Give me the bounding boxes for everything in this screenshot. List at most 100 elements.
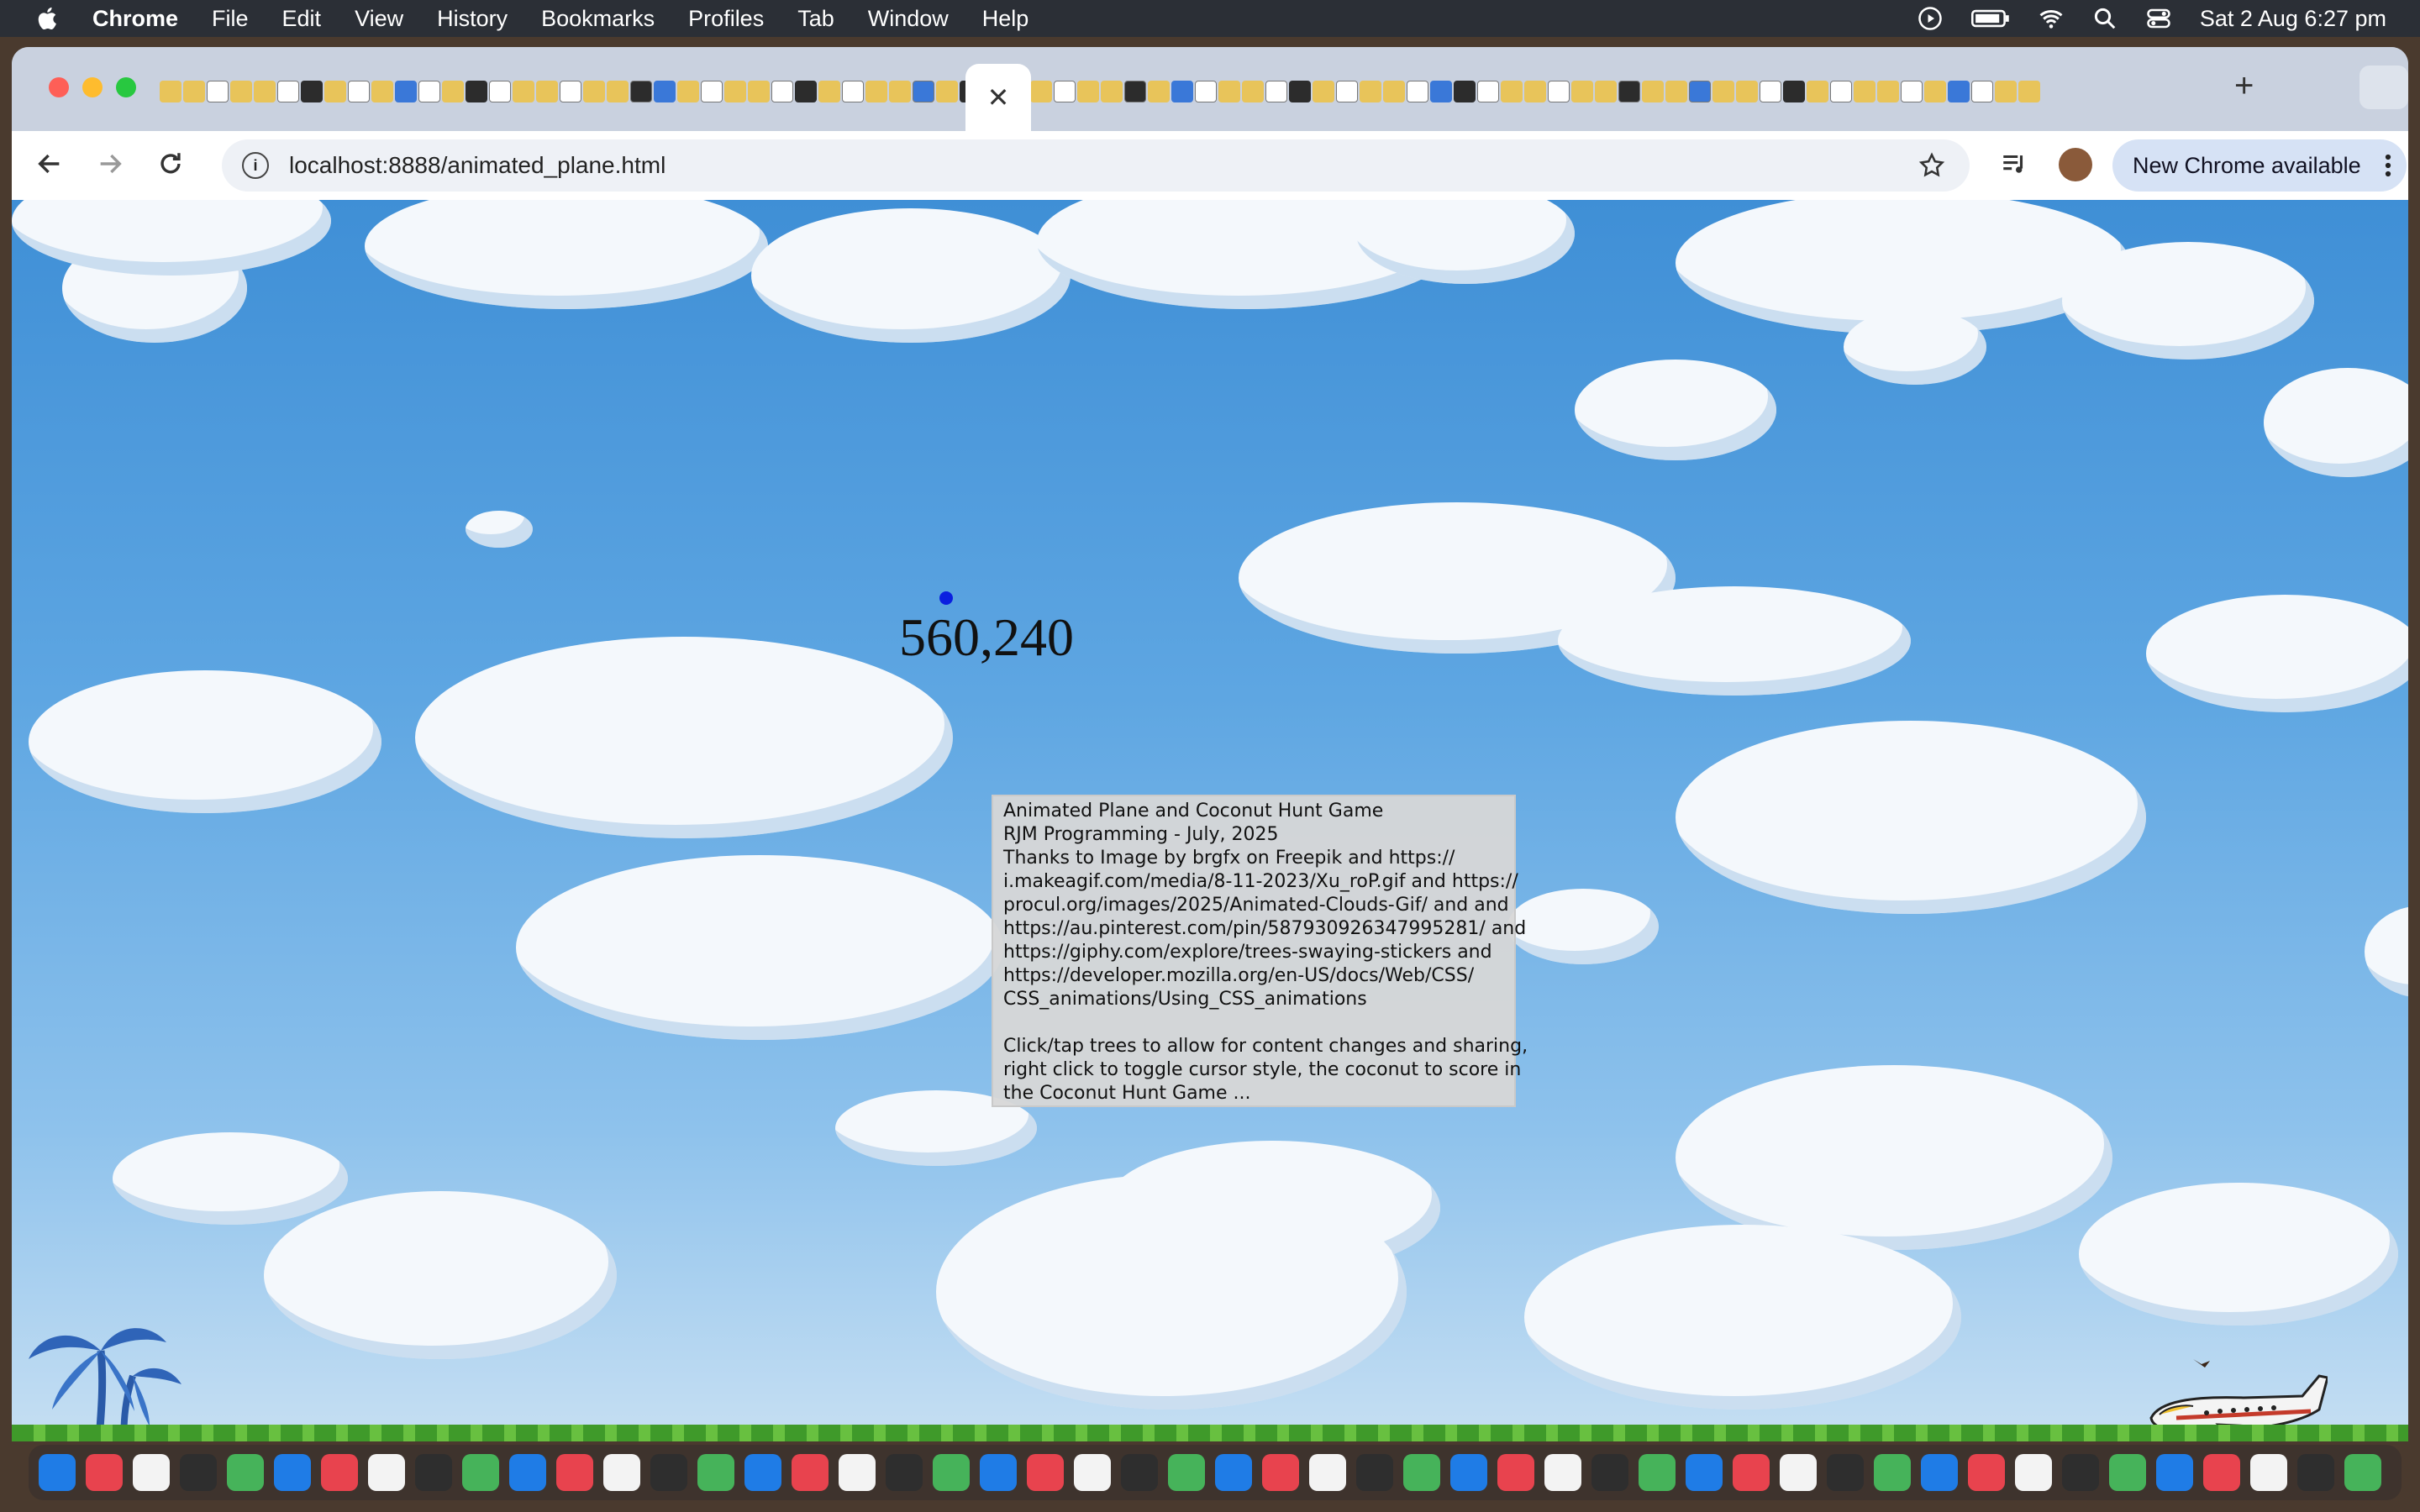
info-line[interactable]: https://developer.mozilla.org/en-US/docs… <box>1003 964 1504 988</box>
filezilla-icon[interactable] <box>509 1454 546 1491</box>
preview-icon[interactable] <box>650 1454 687 1491</box>
control-center-icon[interactable] <box>2146 6 2171 31</box>
quicktime-icon[interactable] <box>1403 1454 1440 1491</box>
document-stack-icon[interactable] <box>2250 1454 2287 1491</box>
cloud <box>264 1191 617 1359</box>
menu-edit[interactable]: Edit <box>282 6 322 32</box>
menu-profiles[interactable]: Profiles <box>688 6 764 32</box>
game-canvas[interactable]: 560,240 Animated Plane and Coconut Hunt … <box>12 200 2408 1441</box>
terminal-icon[interactable] <box>1168 1454 1205 1491</box>
forward-icon[interactable] <box>96 150 124 178</box>
tab-search-dropdown[interactable] <box>2360 66 2408 109</box>
app-icon[interactable] <box>1968 1454 2005 1491</box>
zoom-icon[interactable] <box>1591 1454 1628 1491</box>
safari-icon[interactable] <box>1074 1454 1111 1491</box>
menu-help[interactable]: Help <box>982 6 1029 32</box>
document-stack-icon[interactable] <box>2156 1454 2193 1491</box>
app-store-icon[interactable] <box>556 1454 593 1491</box>
menu-file[interactable]: File <box>212 6 249 32</box>
active-tab[interactable]: ✕ <box>965 64 1031 131</box>
terminal-icon[interactable] <box>1121 1454 1158 1491</box>
wifi-icon[interactable] <box>2039 6 2064 31</box>
app-icon[interactable] <box>1780 1454 1817 1491</box>
close-tab-icon[interactable]: ✕ <box>987 81 1010 113</box>
app-icon[interactable] <box>886 1454 923 1491</box>
document-stack-icon[interactable] <box>2109 1454 2146 1491</box>
messages-icon[interactable] <box>227 1454 264 1491</box>
app-icon[interactable] <box>1356 1454 1393 1491</box>
menu-window[interactable]: Window <box>868 6 949 32</box>
play-icon[interactable] <box>1918 6 1943 31</box>
menubar-clock[interactable]: Sat 2 Aug 6:27 pm <box>2200 6 2386 32</box>
pinned-tabs[interactable] <box>160 76 2260 108</box>
more-icon[interactable] <box>2383 153 2393 178</box>
battery-icon[interactable] <box>1970 6 2010 31</box>
downloads-stack-icon[interactable] <box>2015 1454 2052 1491</box>
info-line: Click/tap trees to allow for content cha… <box>1003 1036 1528 1057</box>
freeform-icon[interactable] <box>321 1454 358 1491</box>
search-icon[interactable] <box>2092 6 2118 31</box>
url-text[interactable]: localhost:8888/animated_plane.html <box>289 152 666 179</box>
info-line[interactable]: i.makeagif.com/media/8-11-2023/Xu_roP.gi… <box>1003 870 1518 894</box>
app-icon[interactable] <box>1639 1454 1676 1491</box>
menu-tab[interactable]: Tab <box>797 6 834 32</box>
menu-view[interactable]: View <box>355 6 403 32</box>
reload-icon[interactable] <box>156 150 185 178</box>
menu-history[interactable]: History <box>437 6 508 32</box>
media-icon[interactable] <box>2000 150 2028 178</box>
minimize-window-button[interactable] <box>82 77 103 97</box>
bbedit-icon[interactable] <box>933 1454 970 1491</box>
music-icon[interactable] <box>86 1454 123 1491</box>
star-icon[interactable] <box>1918 151 1946 180</box>
info-line[interactable]: https://giphy.com/explore/trees-swaying-… <box>1003 941 1504 964</box>
close-window-button[interactable] <box>49 77 69 97</box>
macos-dock <box>29 1445 2402 1500</box>
finder-icon[interactable] <box>39 1454 76 1491</box>
facetime-icon[interactable] <box>415 1454 452 1491</box>
info-line[interactable]: CSS_animations/Using_CSS_animations <box>1003 988 1504 1011</box>
app-icon[interactable] <box>839 1454 876 1491</box>
trash-icon[interactable] <box>2344 1454 2381 1491</box>
site-info-icon[interactable]: i <box>242 152 269 179</box>
calendar-icon[interactable] <box>1215 1454 1252 1491</box>
back-icon[interactable] <box>35 150 64 178</box>
info-line[interactable]: procul.org/images/2025/Animated-Clouds-G… <box>1003 894 1509 917</box>
app-icon[interactable] <box>1686 1454 1723 1491</box>
app-icon[interactable] <box>1827 1454 1864 1491</box>
profile-avatar[interactable] <box>2059 148 2092 181</box>
palm-tree-icon[interactable] <box>24 1317 183 1441</box>
apple-icon[interactable] <box>34 4 62 33</box>
calculator-icon[interactable] <box>603 1454 640 1491</box>
browser-window: ✕ + i localhost:8888/animated_plane.html… <box>12 47 2408 1441</box>
firefox-icon[interactable] <box>697 1454 734 1491</box>
zoom-window-button[interactable] <box>116 77 136 97</box>
app-icon[interactable] <box>1733 1454 1770 1491</box>
menu-bookmarks[interactable]: Bookmarks <box>541 6 655 32</box>
app-icon[interactable] <box>1027 1454 1064 1491</box>
chrome-icon[interactable] <box>1262 1454 1299 1491</box>
cloud <box>1507 889 1659 964</box>
info-line[interactable]: Thanks to Image by brgfx on Freepik and … <box>1003 847 1504 870</box>
address-bar[interactable]: i localhost:8888/animated_plane.html <box>222 139 1970 192</box>
system-settings-icon[interactable] <box>1497 1454 1534 1491</box>
document-icon[interactable] <box>1309 1454 1346 1491</box>
news-icon[interactable] <box>792 1454 829 1491</box>
opera-icon[interactable] <box>1874 1454 1911 1491</box>
document-stack-icon[interactable] <box>2062 1454 2099 1491</box>
tv-icon[interactable] <box>744 1454 781 1491</box>
app-icon[interactable] <box>1544 1454 1581 1491</box>
document-stack-icon[interactable] <box>2203 1454 2240 1491</box>
new-chrome-available-button[interactable]: New Chrome available <box>2112 139 2407 192</box>
mail-icon[interactable] <box>180 1454 217 1491</box>
document-icon[interactable] <box>462 1454 499 1491</box>
podcasts-icon[interactable] <box>980 1454 1017 1491</box>
app-menu-chrome[interactable]: Chrome <box>92 6 178 32</box>
new-tab-button[interactable]: + <box>2234 67 2254 105</box>
notes-icon[interactable] <box>274 1454 311 1491</box>
launchpad-icon[interactable] <box>368 1454 405 1491</box>
info-line[interactable]: https://au.pinterest.com/pin/58793092634… <box>1003 917 1526 941</box>
intellij-icon[interactable] <box>1450 1454 1487 1491</box>
document-stack-icon[interactable] <box>2297 1454 2334 1491</box>
reminders-icon[interactable] <box>133 1454 170 1491</box>
app-icon[interactable] <box>1921 1454 1958 1491</box>
